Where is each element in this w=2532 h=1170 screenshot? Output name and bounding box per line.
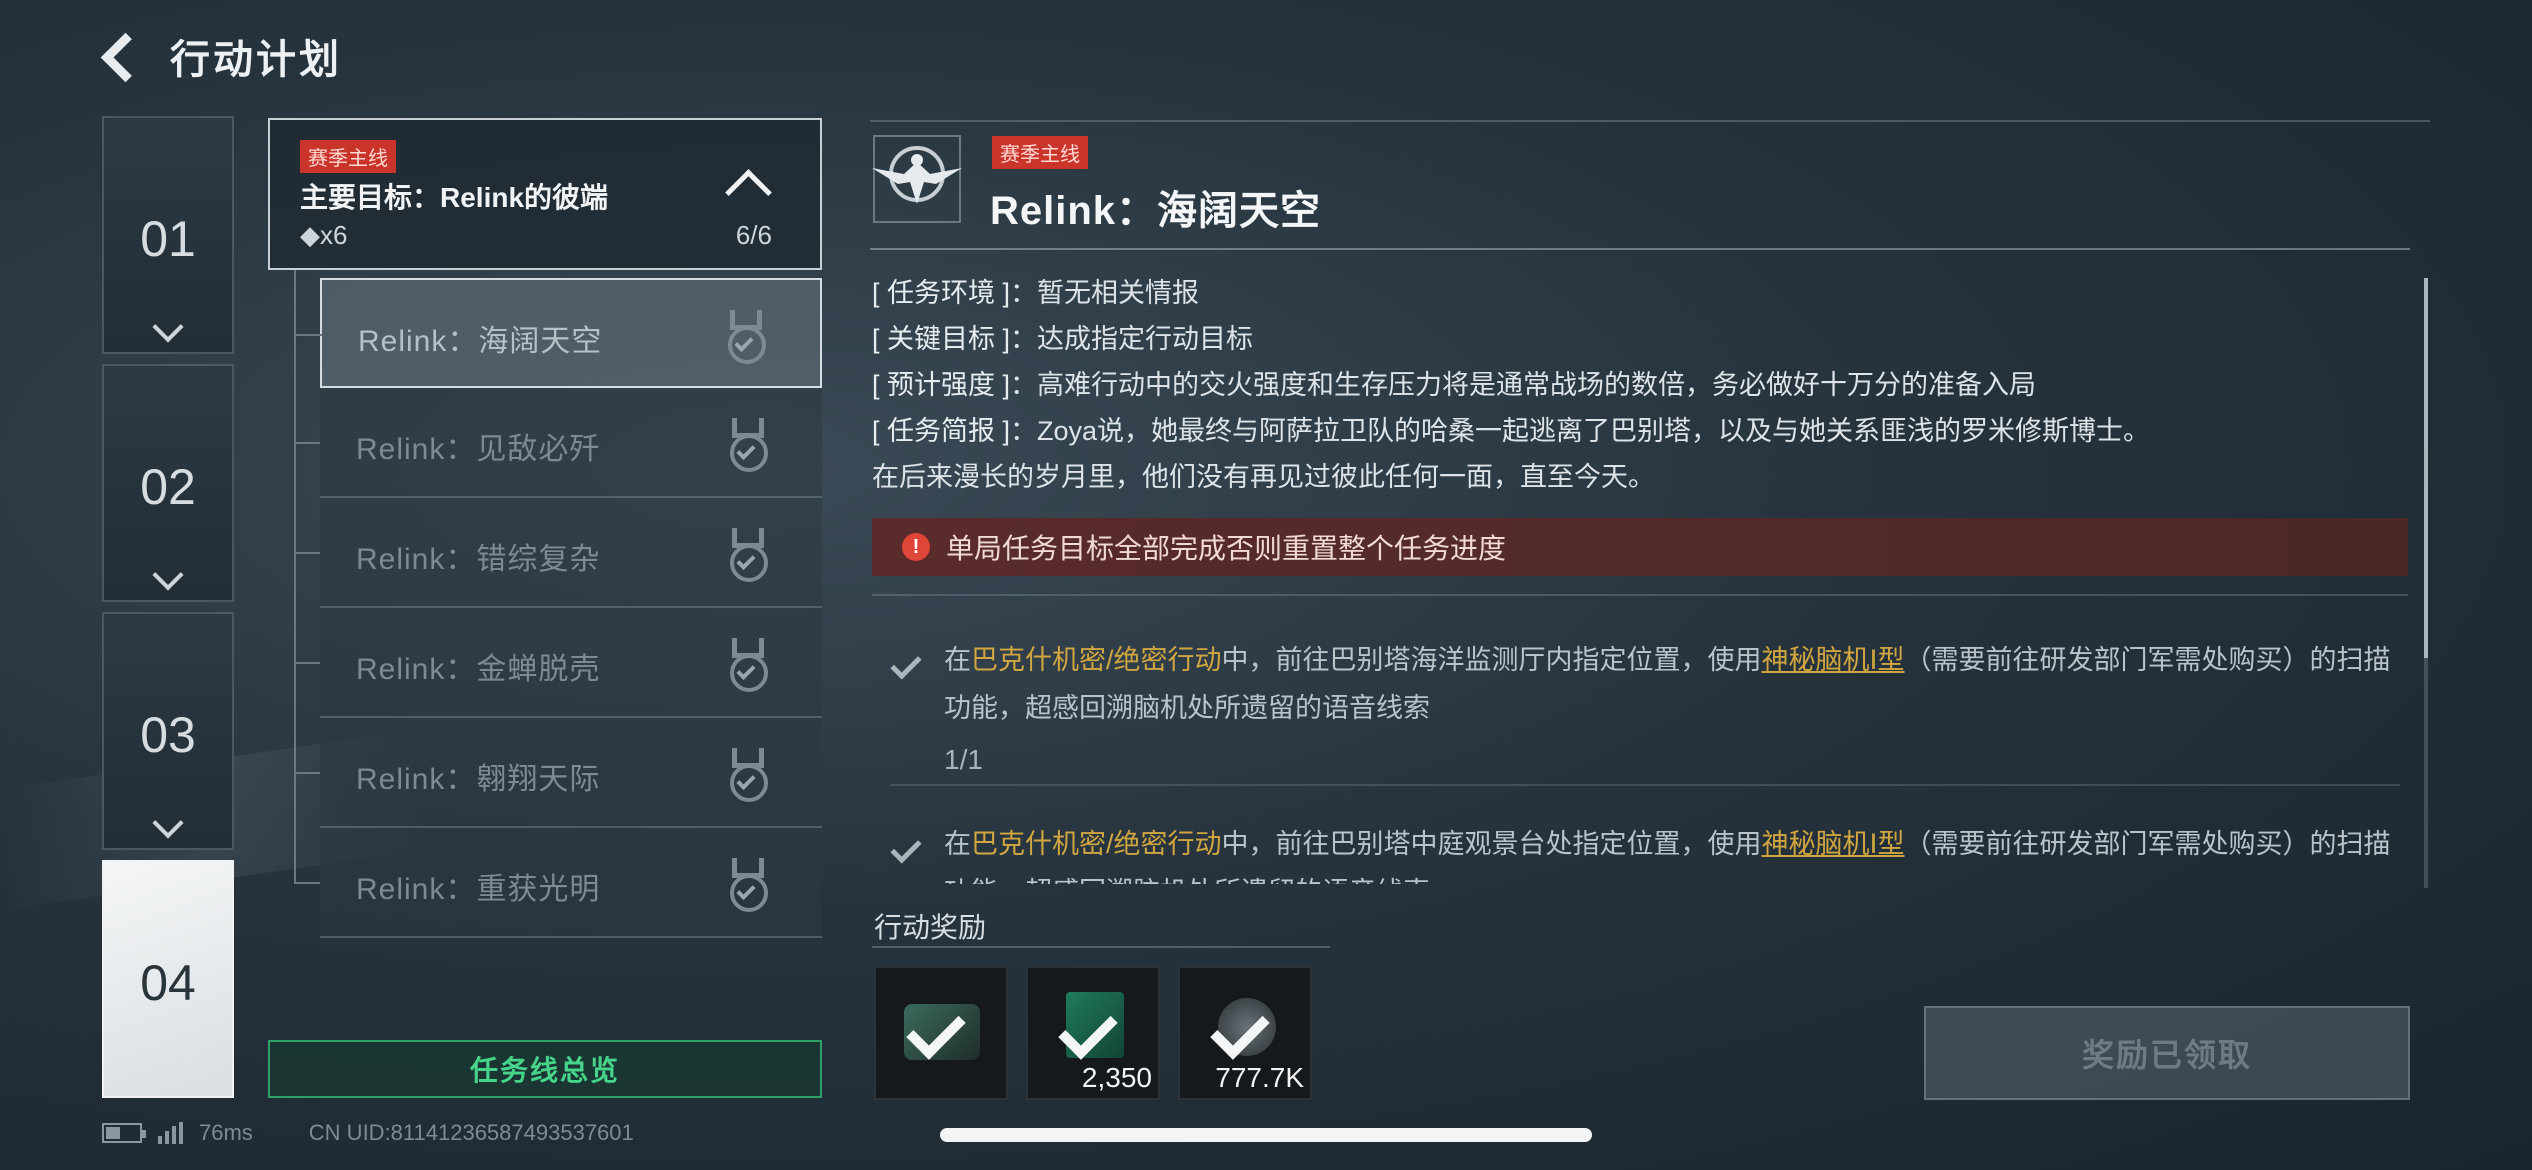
game-mode-text: 巴克什机密/绝密行动 <box>971 829 1222 859</box>
item-link[interactable]: 神秘脑机Ⅰ型 <box>1762 829 1905 859</box>
rewards-title: 行动奖励 <box>874 912 987 943</box>
chevron-up-icon[interactable] <box>726 162 766 202</box>
tree-connector <box>294 772 320 774</box>
reward-slot[interactable]: 777.7K <box>1178 966 1312 1100</box>
completed-medal-icon <box>726 528 770 584</box>
tree-line <box>294 270 296 882</box>
info-row-briefing: [ 任务简报 ]：Zoya说，她最终与阿萨拉卫队的哈桑一起逃离了巴别塔，以及与她… <box>872 416 2151 446</box>
warning-icon: ! <box>902 533 930 561</box>
tree-connector <box>294 662 320 664</box>
chapter-number: 03 <box>140 707 196 763</box>
game-mode-text: 巴克什机密/绝密行动 <box>971 645 1222 675</box>
chevron-down-icon <box>152 559 184 591</box>
battery-icon <box>102 1123 146 1143</box>
tree-connector <box>294 442 320 444</box>
sub-mission-item[interactable]: Relink：翱翔天际 <box>294 718 822 828</box>
rewards-divider <box>872 946 1330 948</box>
scrollbar-thumb[interactable] <box>2424 278 2428 658</box>
objective-item: 在巴克什机密/绝密行动中，前往巴别塔海洋监测厅内指定位置，使用神秘脑机Ⅰ型（需要… <box>890 636 2400 786</box>
ping-text: 76ms <box>199 1120 253 1145</box>
panel-top-divider <box>870 120 2430 122</box>
tree-connector <box>294 882 320 884</box>
main-goal-card[interactable]: 赛季主线 主要目标：Relink的彼端 ◆x6 6/6 <box>268 118 822 270</box>
home-indicator[interactable] <box>940 1128 1592 1142</box>
title-divider <box>870 248 2410 250</box>
reward-list: 2,350 777.7K <box>874 966 1312 1100</box>
mission-info: [ 任务环境 ]：暂无相关情报 [ 关键目标 ]：达成指定行动目标 [ 预计强度… <box>872 270 2372 500</box>
chapter-tab-01[interactable]: 01 <box>102 116 234 354</box>
check-icon <box>890 648 922 680</box>
info-row-environment: [ 任务环境 ]：暂无相关情报 <box>872 278 1200 308</box>
sub-mission-list: Relink：海阔天空 Relink：见敌必歼 Relink：错综复杂 Reli… <box>294 278 822 938</box>
item-link[interactable]: 神秘脑机Ⅰ型 <box>1762 645 1905 675</box>
eagle-emblem-icon <box>872 135 962 223</box>
sub-mission-label: Relink：海阔天空 <box>358 325 603 358</box>
check-icon <box>890 832 922 864</box>
chevron-down-icon <box>152 807 184 839</box>
sub-mission-item[interactable]: Relink：重获光明 <box>294 828 822 938</box>
objectives-divider <box>872 594 2408 596</box>
completed-medal-icon <box>726 748 770 804</box>
sub-mission-item[interactable]: Relink：金蝉脱壳 <box>294 608 822 718</box>
sub-mission-item[interactable]: Relink：海阔天空 <box>296 278 822 388</box>
mission-title: Relink：海阔天空 <box>990 189 1322 233</box>
info-row-key-objective: [ 关键目标 ]：达成指定行动目标 <box>872 324 1254 354</box>
completed-medal-icon <box>726 858 770 914</box>
completed-medal-icon <box>726 418 770 474</box>
chapter-tab-03[interactable]: 03 <box>102 612 234 850</box>
reward-quantity: 777.7K <box>1215 1062 1304 1093</box>
sub-mission-item[interactable]: Relink：错综复杂 <box>294 498 822 608</box>
uid-text: CN UID:81141236587493537601 <box>308 1120 634 1145</box>
header: 行动计划 <box>100 26 342 86</box>
chapter-tab-02[interactable]: 02 <box>102 364 234 602</box>
chapter-tab-04[interactable]: 04 <box>102 860 234 1098</box>
back-arrow-icon[interactable] <box>100 34 144 78</box>
info-row-briefing-extra: 在后来漫长的岁月里，他们没有再见过彼此任何一面，直至今天。 <box>872 462 1655 492</box>
objective-item: 在巴克什机密/绝密行动中，前往巴别塔中庭观景台处指定位置，使用神秘脑机Ⅰ型（需要… <box>890 820 2400 884</box>
main-goal-count: ◆x6 <box>300 220 348 250</box>
sub-mission-label: Relink：重获光明 <box>356 873 601 906</box>
detail-scrollbar[interactable] <box>2424 278 2428 888</box>
status-bar: 76ms CN UID:81141236587493537601 <box>102 1120 634 1146</box>
tree-connector <box>296 334 322 336</box>
chapter-tabs: 01 02 03 04 <box>102 116 234 1108</box>
warning-text: 单局任务目标全部完成否则重置整个任务进度 <box>946 533 1507 564</box>
sub-mission-label: Relink：见敌必歼 <box>356 433 601 466</box>
tree-connector <box>294 552 320 554</box>
chapter-number: 04 <box>140 955 196 1011</box>
sub-mission-item[interactable]: Relink：见敌必歼 <box>294 388 822 498</box>
mission-overview-button[interactable]: 任务线总览 <box>268 1040 822 1098</box>
rewards-claimed-button[interactable]: 奖励已领取 <box>1924 1006 2410 1100</box>
season-tag: 赛季主线 <box>992 136 1088 169</box>
completed-medal-icon <box>726 638 770 694</box>
info-row-difficulty: [ 预计强度 ]：高难行动中的交火强度和生存压力将是通常战场的数倍，务必做好十万… <box>872 370 2037 400</box>
warning-banner: ! 单局任务目标全部完成否则重置整个任务进度 <box>872 518 2408 576</box>
reward-slot[interactable]: 2,350 <box>1026 966 1160 1100</box>
signal-icon <box>158 1122 183 1144</box>
completed-medal-icon <box>724 310 768 366</box>
page-title: 行动计划 <box>170 38 342 82</box>
season-tag: 赛季主线 <box>300 140 396 173</box>
reward-slot[interactable] <box>874 966 1008 1100</box>
chevron-down-icon <box>152 311 184 343</box>
main-goal-title: 主要目标：Relink的彼端 <box>300 182 609 213</box>
sub-mission-label: Relink：金蝉脱壳 <box>356 653 601 686</box>
objective-progress: 1/1 <box>944 744 983 775</box>
chapter-number: 01 <box>140 211 196 267</box>
sub-mission-label: Relink：翱翔天际 <box>356 763 601 796</box>
main-goal-progress: 6/6 <box>735 220 772 250</box>
chapter-number: 02 <box>140 459 196 515</box>
reward-quantity: 2,350 <box>1081 1062 1152 1093</box>
sub-mission-label: Relink：错综复杂 <box>356 543 601 576</box>
